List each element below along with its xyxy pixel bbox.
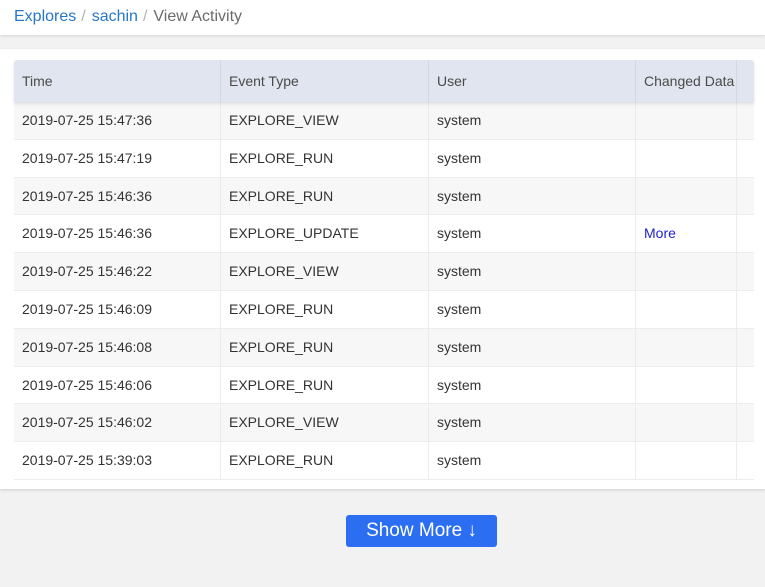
breadcrumb-separator: / xyxy=(81,8,86,25)
cell-user: system xyxy=(429,442,636,479)
table-body: 2019-07-25 15:47:36 EXPLORE_VIEW system 201… xyxy=(14,102,754,480)
column-header-extra xyxy=(737,60,754,102)
breadcrumb-separator: / xyxy=(142,8,148,25)
cell-event-type: EXPLORE_VIEW xyxy=(221,253,429,290)
cell-event-type: EXPLORE_RUN xyxy=(221,290,429,328)
cell-time: 2019-07-25 15:47:36 xyxy=(14,102,221,139)
table-row: 2019-07-25 15:47:36 EXPLORE_VIEW system xyxy=(14,102,754,140)
cell-event-type: EXPLORE_RUN xyxy=(221,177,429,215)
table-row: 2019-07-25 15:46:09 EXPLORE_RUN system xyxy=(14,290,754,329)
cell-changed-data xyxy=(636,102,737,139)
cell-changed-data xyxy=(636,328,737,366)
cell-extra xyxy=(737,442,754,479)
cell-time: 2019-07-25 15:46:06 xyxy=(14,366,221,404)
cell-extra xyxy=(737,215,754,252)
table-row: 2019-07-25 15:46:36 EXPLORE_RUN system xyxy=(14,177,754,216)
cell-extra xyxy=(737,140,754,177)
top-bar: Explores / sachin / View Activity xyxy=(0,0,765,35)
column-header-time[interactable]: Time xyxy=(14,60,221,102)
cell-event-type: EXPLORE_UPDATE xyxy=(221,215,429,253)
cell-changed-data xyxy=(636,139,737,177)
cell-user: system xyxy=(429,139,636,177)
column-header-changed-data[interactable]: Changed Data xyxy=(636,60,737,102)
cell-user: system xyxy=(429,404,636,442)
cell-changed-data xyxy=(636,366,737,404)
column-header-user[interactable]: User xyxy=(429,60,636,102)
table-row: 2019-07-25 15:46:02 EXPLORE_VIEW system xyxy=(14,404,754,443)
cell-changed-data xyxy=(636,290,737,328)
activity-table: Time Event Type User Changed Data 2019-0… xyxy=(14,60,754,480)
table-row: 2019-07-25 15:47:19 EXPLORE_RUN system xyxy=(14,139,754,178)
table-header: Time Event Type User Changed Data xyxy=(14,60,754,102)
breadcrumb-current-page: View Activity xyxy=(153,8,243,25)
cell-event-type: EXPLORE_RUN xyxy=(221,366,429,404)
breadcrumb-sachin[interactable]: sachin xyxy=(92,7,138,27)
cell-extra xyxy=(737,291,754,328)
cell-user: system xyxy=(429,253,636,290)
cell-user: system xyxy=(429,366,636,404)
cell-extra xyxy=(737,253,754,290)
table-row: 2019-07-25 15:46:08 EXPLORE_RUN system xyxy=(14,328,754,367)
cell-changed-data xyxy=(636,177,737,215)
show-more-button[interactable]: Show More ↓ xyxy=(346,515,497,547)
cell-event-type: EXPLORE_RUN xyxy=(221,139,429,177)
cell-time: 2019-07-25 15:47:19 xyxy=(14,139,221,177)
cell-user: system xyxy=(429,328,636,366)
cell-event-type: EXPLORE_RUN xyxy=(221,442,429,479)
cell-time: 2019-07-25 15:39:03 xyxy=(14,442,221,479)
breadcrumb: Explores / sachin / View Activity xyxy=(14,7,242,27)
cell-extra xyxy=(737,178,754,215)
cell-changed-data: More xyxy=(636,215,737,253)
breadcrumb-explores[interactable]: Explores xyxy=(14,7,76,27)
cell-user: system xyxy=(429,290,636,328)
cell-time: 2019-07-25 15:46:36 xyxy=(14,215,221,253)
cell-user: system xyxy=(429,215,636,253)
cell-changed-data xyxy=(636,404,737,442)
cell-event-type: EXPLORE_VIEW xyxy=(221,102,429,139)
cell-time: 2019-07-25 15:46:09 xyxy=(14,290,221,328)
activity-card: Time Event Type User Changed Data 2019-0… xyxy=(0,49,765,489)
cell-extra xyxy=(737,102,754,139)
column-header-event-type[interactable]: Event Type xyxy=(221,60,429,102)
cell-extra xyxy=(737,404,754,441)
cell-time: 2019-07-25 15:46:22 xyxy=(14,253,221,290)
table-row: 2019-07-25 15:46:22 EXPLORE_VIEW system xyxy=(14,253,754,291)
cell-event-type: EXPLORE_RUN xyxy=(221,328,429,366)
cell-changed-data xyxy=(636,442,737,479)
cell-user: system xyxy=(429,102,636,139)
table-row: 2019-07-25 15:46:36 EXPLORE_UPDATE system M… xyxy=(14,215,754,254)
cell-user: system xyxy=(429,177,636,215)
table-row: 2019-07-25 15:46:06 EXPLORE_RUN system xyxy=(14,366,754,405)
more-link[interactable]: More xyxy=(644,225,676,241)
cell-time: 2019-07-25 15:46:36 xyxy=(14,177,221,215)
cell-extra xyxy=(737,329,754,366)
cell-changed-data xyxy=(636,253,737,290)
cell-event-type: EXPLORE_VIEW xyxy=(221,404,429,442)
cell-time: 2019-07-25 15:46:02 xyxy=(14,404,221,442)
cell-extra xyxy=(737,367,754,404)
table-row: 2019-07-25 15:39:03 EXPLORE_RUN system xyxy=(14,442,754,480)
cell-time: 2019-07-25 15:46:08 xyxy=(14,328,221,366)
